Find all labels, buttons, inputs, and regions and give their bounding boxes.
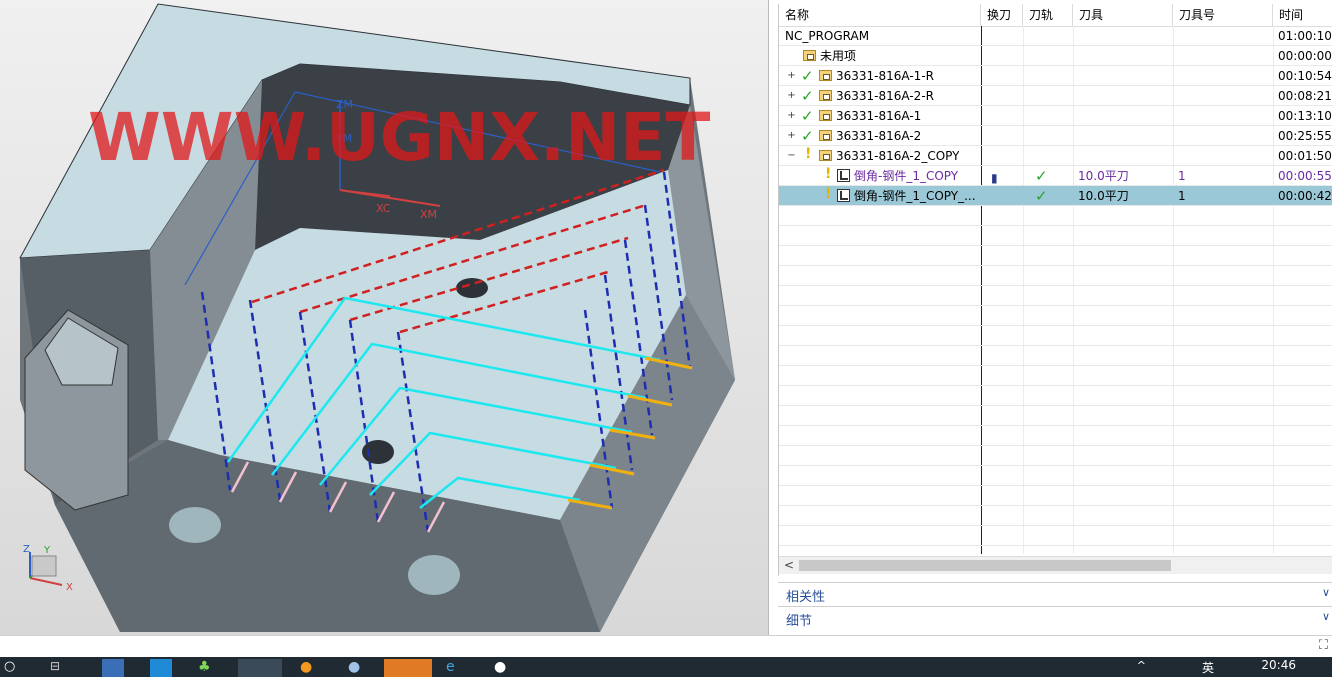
navigator-header: 名称 换刀 刀轨 刀具 刀具号 时间 xyxy=(779,4,1332,27)
details-panel[interactable]: 细节 ∨ xyxy=(778,606,1332,629)
app-icon[interactable]: ● xyxy=(300,659,322,677)
column-name[interactable]: 名称 xyxy=(779,4,981,26)
tree-row-unused[interactable]: 未用项 00:00:00 xyxy=(779,46,1332,66)
row-tool-number: 1 xyxy=(1178,189,1186,203)
tray-chevron-icon[interactable]: ^ xyxy=(1137,659,1146,672)
ime-indicator[interactable]: 英 xyxy=(1202,659,1214,676)
row-time: 00:25:55 xyxy=(1278,129,1332,143)
row-name: 36331-816A-1-R xyxy=(836,69,934,83)
toolpath-check-icon: ✓ xyxy=(1035,187,1048,205)
wechat-app-icon[interactable] xyxy=(384,659,432,677)
row-time: 00:00:55 xyxy=(1278,169,1332,183)
row-time: 00:10:54 xyxy=(1278,69,1332,83)
task-view-icon[interactable]: ⊟ xyxy=(50,659,72,677)
warning-icon: ! xyxy=(805,146,812,162)
chevron-down-icon[interactable]: ∨ xyxy=(1322,610,1330,623)
folder-icon xyxy=(819,90,832,101)
svg-text:Y: Y xyxy=(43,545,51,556)
view-triad: Z Y X xyxy=(23,544,73,593)
tree-row-program[interactable]: + ✓ 36331-816A-2 00:25:55 xyxy=(779,126,1332,146)
column-toolpath[interactable]: 刀轨 xyxy=(1023,4,1073,26)
column-tool-number[interactable]: 刀具号 xyxy=(1173,4,1273,26)
column-tool[interactable]: 刀具 xyxy=(1073,4,1173,26)
tree-row-program[interactable]: + ✓ 36331-816A-1 00:13:10 xyxy=(779,106,1332,126)
tree-row-root[interactable]: NC_PROGRAM 01:00:10 xyxy=(779,26,1332,46)
check-icon: ✓ xyxy=(801,127,814,145)
horizontal-scrollbar[interactable]: < xyxy=(779,556,1332,574)
details-label: 细节 xyxy=(786,614,813,629)
warning-icon: ! xyxy=(825,186,832,202)
fullscreen-icon[interactable]: ⛶ xyxy=(1319,638,1328,653)
check-icon: ✓ xyxy=(801,87,814,105)
expand-icon[interactable]: + xyxy=(787,111,796,121)
collapse-icon[interactable]: − xyxy=(787,151,796,161)
column-time[interactable]: 时间 xyxy=(1273,4,1332,26)
search-icon[interactable]: ○ xyxy=(4,659,26,677)
dependencies-label: 相关性 xyxy=(786,590,826,605)
row-name: 36331-816A-1 xyxy=(836,109,922,123)
clover-app-icon[interactable]: ♣ xyxy=(198,659,220,677)
taskbar: ○ ⊟ ♣ ● ● e ● ^ 英 20:46 xyxy=(0,657,1332,677)
chevron-down-icon[interactable]: ∨ xyxy=(1322,586,1330,599)
row-name: NC_PROGRAM xyxy=(785,29,870,43)
folder-icon xyxy=(819,70,832,81)
tree-row-program[interactable]: + ✓ 36331-816A-1-R 00:10:54 xyxy=(779,66,1332,86)
row-time: 00:08:21 xyxy=(1278,89,1332,103)
row-tool: 10.0平刀 xyxy=(1078,169,1129,183)
toolpath-check-icon: ✓ xyxy=(1035,167,1048,185)
dependencies-panel[interactable]: 相关性 ∨ xyxy=(778,582,1332,605)
folder-icon xyxy=(803,50,816,61)
row-tool-number: 1 xyxy=(1178,169,1186,183)
folder-icon xyxy=(819,110,832,121)
watermark-text: WWW.UGNX.NET xyxy=(88,99,710,176)
app-icon[interactable]: ● xyxy=(348,659,370,677)
browser-icon[interactable]: e xyxy=(446,659,468,677)
expand-icon[interactable]: + xyxy=(787,91,796,101)
expand-icon[interactable]: + xyxy=(787,131,796,141)
csys-xm-label: XM xyxy=(420,208,437,221)
scroll-left-button[interactable]: < xyxy=(784,557,794,574)
check-icon: ✓ xyxy=(801,67,814,85)
svg-text:Z: Z xyxy=(23,544,30,555)
app-icon[interactable]: ● xyxy=(494,659,516,677)
row-name: 36331-816A-2 xyxy=(836,129,922,143)
nx-app-icon[interactable] xyxy=(238,659,282,677)
graphics-viewport[interactable]: ZM YM XC XM WWW.UGNX.NET Z Y X xyxy=(0,0,769,635)
csys-xc-label: XC xyxy=(376,202,391,215)
tree-row-operation[interactable]: ! 倒角-钢件_1_COPY ▮ ✓ 10.0平刀 1 00:00:55 xyxy=(779,166,1332,186)
folder-icon xyxy=(819,130,832,141)
tool-change-icon: ▮ xyxy=(991,171,998,185)
row-name: 未用项 xyxy=(820,49,857,63)
tree-row-operation-selected[interactable]: ! 倒角-钢件_1_COPY_... ✓ 10.0平刀 1 00:00:42 xyxy=(779,186,1332,206)
tree-row-program[interactable]: + ✓ 36331-816A-2-R 00:08:21 xyxy=(779,86,1332,106)
row-name: 倒角-钢件_1_COPY xyxy=(854,169,959,183)
operation-icon xyxy=(837,169,850,182)
row-time: 01:00:10 xyxy=(1278,29,1332,43)
status-strip: ⛶ xyxy=(0,635,1332,658)
folder-icon xyxy=(819,150,832,161)
row-tool: 10.0平刀 xyxy=(1078,189,1129,203)
app-icon[interactable] xyxy=(150,659,172,677)
check-icon: ✓ xyxy=(801,107,814,125)
row-time: 00:00:42 xyxy=(1278,189,1332,203)
row-time: 00:01:50 xyxy=(1278,149,1332,163)
row-time: 00:13:10 xyxy=(1278,109,1332,123)
warning-icon: ! xyxy=(825,166,832,182)
column-tool-change[interactable]: 换刀 xyxy=(981,4,1023,26)
operation-navigator[interactable]: 名称 换刀 刀轨 刀具 刀具号 时间 NC_PROGRAM 01:00:10 未… xyxy=(778,4,1332,576)
row-name: 倒角-钢件_1_COPY_... xyxy=(854,189,976,203)
expand-icon[interactable]: + xyxy=(787,71,796,81)
part-model: ZM YM XC XM WWW.UGNX.NET Z Y X xyxy=(19,3,735,632)
save-app-icon[interactable] xyxy=(102,659,124,677)
row-time: 00:00:00 xyxy=(1278,49,1332,63)
scrollbar-thumb[interactable] xyxy=(799,560,1171,571)
row-name: 36331-816A-2-R xyxy=(836,89,934,103)
tree-row-program[interactable]: − ! 36331-816A-2_COPY 00:01:50 xyxy=(779,146,1332,166)
clock[interactable]: 20:46 xyxy=(1261,658,1296,672)
row-name: 36331-816A-2_COPY xyxy=(836,149,960,163)
svg-text:X: X xyxy=(66,582,73,593)
operation-icon xyxy=(837,189,850,202)
